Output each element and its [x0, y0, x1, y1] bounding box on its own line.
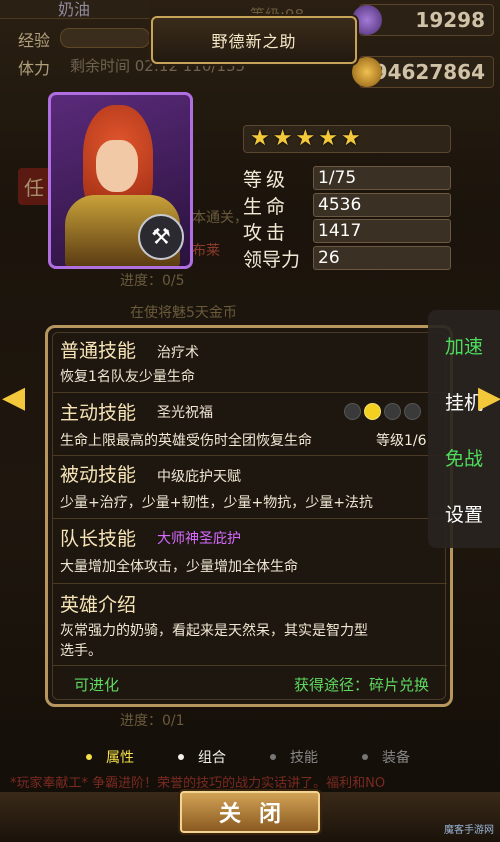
gold-counter[interactable]: 94627864 — [352, 56, 494, 88]
leader-skill-name: 大师神圣庇护 — [157, 531, 241, 547]
leader-skill-title: 队长技能 — [60, 528, 137, 550]
star-icon: ★ — [318, 126, 338, 151]
gold-value: 94627864 — [373, 60, 485, 84]
active-skill-desc: 生命上限最高的英雄受伤时全团恢复生命 — [60, 433, 312, 449]
hero-face — [96, 140, 138, 192]
acquire-source: 获得途径：碎片兑换 — [294, 676, 430, 694]
stat-hp-value: 4536 — [313, 193, 451, 217]
normal-skill-desc: 恢复1名队友少量生命 — [60, 369, 195, 385]
tab-dot-icon — [362, 754, 368, 760]
active-skill-name: 圣光祝福 — [157, 405, 213, 421]
passive-skill-name: 中级庇护天赋 — [157, 469, 241, 485]
watermark-text: 魔客手游网 — [444, 825, 494, 836]
divider — [52, 583, 447, 584]
skill-level-dot[interactable] — [384, 403, 401, 420]
stat-hp-label: 生命 — [243, 195, 290, 218]
gem-value: 19298 — [415, 8, 485, 32]
tab-combo-label: 组合 — [198, 750, 226, 766]
skill-level-dots — [344, 403, 424, 424]
stat-leadership-value: 26 — [313, 246, 451, 270]
close-button-label: 关闭 — [218, 802, 299, 827]
star-icon: ★ — [295, 126, 316, 151]
menu-truce[interactable]: 免战 — [428, 444, 500, 471]
skill-level-dot[interactable] — [344, 403, 361, 420]
hero-star-rating: ★ ★ ★ ★ ★ — [243, 125, 451, 153]
exp-bar — [60, 28, 150, 48]
marquee-text: *玩家奉献工* 争霸进阶！荣誉的技巧的战力实话讲了。福利和NO — [10, 776, 386, 791]
menu-settings[interactable]: 设置 — [428, 500, 500, 527]
side-menu: 加速 挂机 免战 设置 — [428, 310, 500, 548]
bg-progress: 进度：0/5 — [120, 273, 185, 289]
active-skill-title: 主动技能 — [60, 402, 137, 424]
hero-intro-line1: 灰常强力的奶骑，看起来是天然呆，其实是智力型 — [60, 623, 368, 639]
active-skill-level: 等级1/6 — [376, 433, 427, 449]
evolvable-label: 可进化 — [74, 676, 120, 694]
star-icon: ★ — [340, 126, 361, 151]
bg-quest-line2: 布莱 — [192, 243, 220, 259]
normal-skill-title: 普通技能 — [60, 340, 137, 362]
tab-attributes[interactable]: 属性 — [86, 747, 134, 767]
passive-skill-desc: 少量+治疗，少量+韧性，少量+物抗，少量+法抗 — [60, 495, 373, 511]
tab-equipment-label: 装备 — [382, 750, 410, 766]
tab-combo[interactable]: 组合 — [178, 747, 226, 767]
gold-coin-icon — [352, 57, 382, 87]
divider — [52, 665, 447, 666]
bg-task-tab: 任 — [18, 168, 50, 205]
normal-skill-name: 治疗术 — [157, 345, 199, 361]
hammer-class-icon: ⚒ — [138, 214, 184, 260]
stat-level-value: 1/75 — [313, 166, 451, 190]
bg-progress2: 进度：0/1 — [120, 713, 185, 729]
hero-portrait: ⚒ — [48, 92, 193, 269]
gem-counter[interactable]: 19298 — [352, 4, 494, 36]
stat-level-label: 等级 — [243, 168, 290, 191]
skills-panel-inner — [52, 332, 446, 700]
tab-dot-icon — [178, 754, 184, 760]
tab-equipment[interactable]: 装备 — [362, 747, 410, 767]
divider — [52, 392, 447, 393]
stat-attack-value: 1417 — [313, 219, 451, 243]
tab-attributes-label: 属性 — [106, 750, 134, 766]
skill-level-dot[interactable] — [364, 403, 381, 420]
divider — [52, 455, 447, 456]
bg-quest-line1: 本通关， — [192, 210, 248, 226]
detail-tabs: 属性 组合 技能 装备 — [0, 747, 500, 771]
close-button[interactable]: 关闭 — [180, 791, 320, 833]
hero-intro-line2: 选手。 — [60, 643, 102, 659]
hero-intro-title: 英雄介绍 — [60, 594, 137, 616]
star-icon: ★ — [250, 126, 270, 151]
hud-exp-row: 经验 — [0, 24, 152, 50]
skill-level-dot[interactable] — [404, 403, 421, 420]
tab-dot-icon — [86, 754, 92, 760]
hud-stamina-label: 体力 — [18, 59, 51, 78]
stat-leadership: 领导力 26 — [243, 245, 451, 271]
stat-attack-label: 攻击 — [243, 221, 290, 244]
hero-name: 野德新之助 — [211, 32, 297, 51]
tab-skills-label: 技能 — [290, 750, 318, 766]
stat-hp: 生命 4536 — [243, 192, 451, 218]
hud-name-label: 奶油 — [58, 0, 91, 19]
hero-name-plate: 野德新之助 — [151, 16, 357, 64]
next-hero-arrow-icon[interactable]: ▶ — [478, 380, 500, 415]
tab-skills[interactable]: 技能 — [270, 747, 318, 767]
stat-level: 等级 1/75 — [243, 165, 451, 191]
divider — [52, 518, 447, 519]
hud-name-row: 奶油 — [0, 0, 150, 19]
tab-dot-icon — [270, 754, 276, 760]
passive-skill-title: 被动技能 — [60, 464, 137, 486]
star-icon: ★ — [272, 126, 293, 151]
stat-leadership-label: 领导力 — [243, 248, 301, 271]
hud-exp-label: 经验 — [18, 31, 51, 50]
prev-hero-arrow-icon[interactable]: ◀ — [2, 380, 25, 415]
stat-attack: 攻击 1417 — [243, 218, 451, 244]
menu-speedup[interactable]: 加速 — [428, 332, 500, 359]
bg-quest-line3: 在使将魅5天金币 — [130, 305, 237, 321]
leader-skill-desc: 大量增加全体攻击，少量增加全体生命 — [60, 559, 298, 575]
